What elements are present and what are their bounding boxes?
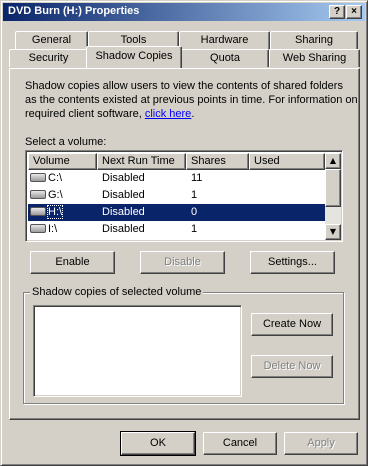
drive-icon [30,207,46,217]
tab-hardware[interactable]: Hardware [179,31,270,49]
next-run-cell: Disabled [102,172,145,184]
description-line-3-prefix: required client software, [25,108,145,120]
volume-row-i[interactable]: I:\ Disabled 1 [28,221,325,238]
ok-button[interactable]: OK [120,431,196,456]
tab-label: General [31,34,72,46]
window-title: DVD Burn (H:) Properties [8,5,140,17]
shadow-copies-list[interactable] [33,305,242,397]
tab-label: Hardware [200,34,249,46]
volume-cell: C:\ [28,170,62,187]
tab-label: Web Sharing [282,52,347,64]
column-header-next-run-time[interactable]: Next Run Time [97,153,186,170]
tab-web-sharing[interactable]: Web Sharing [269,49,360,67]
volume-cell: G:\ [28,187,63,204]
drive-icon [30,173,46,183]
column-header-shares[interactable]: Shares [186,153,249,170]
tab-security[interactable]: Security [9,49,88,67]
description-line-2: as the contents existed at previous poin… [25,94,358,106]
apply-button[interactable]: Apply [284,432,358,455]
create-now-button[interactable]: Create Now [251,313,333,336]
volume-row-c[interactable]: C:\ Disabled 11 [28,170,325,187]
close-button[interactable]: × [346,5,362,19]
volume-cell: H:\ [28,204,64,221]
shadow-copies-group-title: Shadow copies of selected volume [30,286,204,298]
close-icon: × [351,6,357,17]
select-volume-label: Select a volume: [25,136,107,148]
tab-shadow-copies[interactable]: Shadow Copies [86,46,182,68]
scroll-up-icon: ▲ [329,156,337,165]
column-header-volume[interactable]: Volume [28,153,97,170]
tab-sharing[interactable]: Sharing [270,31,358,49]
tab-quota[interactable]: Quota [181,49,269,67]
tab-label: Tools [120,34,147,46]
help-button[interactable]: ? [329,5,345,19]
next-run-cell: Disabled [102,206,145,218]
next-run-cell: Disabled [102,223,145,235]
drive-icon [30,190,46,200]
drive-icon [30,224,46,234]
next-run-cell: Disabled [102,189,145,201]
disable-button[interactable]: Disable [140,251,225,274]
tab-label: Security [28,52,69,64]
shares-cell: 1 [191,223,198,235]
settings-button[interactable]: Settings... [250,251,335,274]
shares-cell: 0 [191,206,198,218]
delete-now-button[interactable]: Delete Now [251,355,333,378]
volume-list-scrollbar[interactable]: ▲ ▼ [325,153,341,240]
tab-label: Sharing [295,34,333,46]
help-icon: ? [333,6,341,17]
shares-cell: 1 [191,189,198,201]
tab-label: Shadow Copies [95,50,173,62]
cancel-button[interactable]: Cancel [203,432,277,455]
volume-row-h[interactable]: H:\ Disabled 0 [28,204,325,221]
enable-button[interactable]: Enable [30,251,115,274]
tab-general[interactable]: General [15,31,88,49]
description-line-1: Shadow copies allow users to view the co… [25,80,343,92]
scroll-thumb[interactable] [325,169,341,207]
title-bar[interactable]: DVD Burn (H:) Properties ? × [3,3,365,21]
tab-label: Quota [210,52,240,64]
shares-cell: 11 [191,172,203,184]
volume-row-g[interactable]: G:\ Disabled 1 [28,187,325,204]
description-line-3-suffix: . [191,108,195,120]
scroll-down-icon: ▼ [329,227,337,236]
scroll-up-button[interactable]: ▲ [325,153,341,169]
scroll-down-button[interactable]: ▼ [325,224,341,240]
column-header-used[interactable]: Used [249,153,325,170]
click-here-link[interactable]: click here [145,108,191,120]
volume-list[interactable]: Volume Next Run Time Shares Used C:\ Dis… [25,150,343,242]
description-line-3: required client software, click here. [25,108,194,120]
volume-cell: I:\ [28,221,57,238]
